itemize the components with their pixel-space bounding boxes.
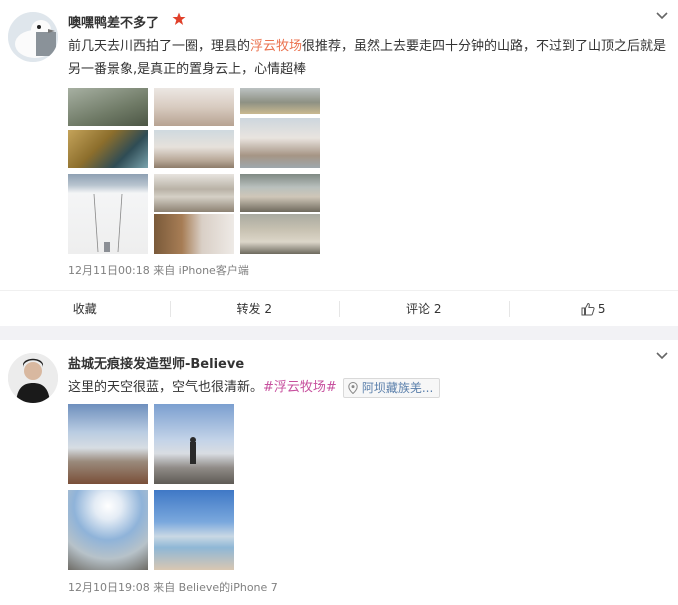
photo-thumbnail[interactable]	[240, 88, 320, 114]
topic-link[interactable]: #浮云牧场#	[263, 380, 337, 395]
action-bar: 收藏 转发 2 评论 2 5	[0, 290, 678, 326]
photo-thumbnail[interactable]	[154, 490, 234, 570]
place-link[interactable]: 浮云牧场	[250, 39, 302, 54]
chevron-down-icon[interactable]	[654, 8, 670, 24]
comment-label: 评论 2	[406, 302, 442, 316]
location-pin-icon	[348, 381, 358, 394]
user-avatar[interactable]	[8, 12, 58, 62]
photo-thumbnail[interactable]	[68, 404, 148, 484]
swing-photo-detail	[93, 193, 123, 253]
star-badge-icon	[172, 12, 186, 25]
post-text: 这里的天空很蓝，空气也很清新。#浮云牧场# 阿坝藏族羌...	[68, 376, 670, 399]
favorite-label: 收藏	[72, 302, 97, 316]
chevron-down-icon[interactable]	[654, 348, 670, 364]
photo-thumbnail[interactable]	[240, 214, 320, 254]
photo-thumbnail[interactable]	[68, 490, 148, 570]
photo-thumbnail[interactable]	[68, 174, 148, 254]
like-button[interactable]: 5	[508, 291, 678, 326]
photo-thumbnail[interactable]	[154, 404, 234, 484]
post-text-body: 这里的天空很蓝，空气也很清新。	[68, 380, 264, 395]
photo-thumbnail[interactable]	[240, 118, 320, 168]
repost-label: 转发 2	[236, 302, 272, 316]
photo-thumbnail[interactable]	[68, 130, 148, 168]
location-label: 阿坝藏族羌...	[361, 380, 434, 395]
post-text: 前几天去川西拍了一圈，理县的浮云牧场很推荐，虽然上去要走四十分钟的山路，不过到了…	[68, 35, 670, 81]
like-count: 5	[597, 301, 606, 316]
person-avatar-icon	[8, 353, 58, 403]
photo-thumbnail[interactable]	[154, 88, 234, 126]
photo-thumbnail[interactable]	[240, 174, 320, 212]
photo-thumbnail[interactable]	[154, 130, 234, 168]
photo-thumbnail[interactable]	[68, 88, 148, 126]
comment-button[interactable]: 评论 2	[339, 291, 509, 326]
location-tag[interactable]: 阿坝藏族羌...	[342, 377, 441, 398]
repost-button[interactable]: 转发 2	[169, 291, 340, 326]
post-meta: 12月11日00:18 来自 iPhone客户端	[68, 264, 249, 277]
post-meta: 12月10日19:08 来自 Believe的iPhone 7	[68, 581, 278, 594]
post-card: 噢嘿鸭差不多了 前几天去川西拍了一圈，理县的浮云牧场很推荐，虽然上去要走四十分钟…	[0, 0, 678, 326]
username[interactable]: 盐城无痕接发造型师-Believe	[68, 353, 244, 372]
favorite-button[interactable]: 收藏	[0, 291, 170, 326]
post-card: 盐城无痕接发造型师-Believe 这里的天空很蓝，空气也很清新。#浮云牧场# 阿…	[0, 340, 678, 605]
standing-person-detail	[190, 437, 196, 464]
post-text-start: 前几天去川西拍了一圈，理县的	[68, 39, 251, 54]
dove-avatar-icon	[8, 12, 58, 62]
photo-thumbnail[interactable]	[154, 174, 234, 212]
thumbs-up-icon	[581, 302, 595, 315]
user-avatar[interactable]	[8, 353, 58, 403]
photo-thumbnail[interactable]	[154, 214, 234, 254]
username[interactable]: 噢嘿鸭差不多了	[68, 12, 159, 31]
weibo-feed: 噢嘿鸭差不多了 前几天去川西拍了一圈，理县的浮云牧场很推荐，虽然上去要走四十分钟…	[0, 0, 678, 605]
